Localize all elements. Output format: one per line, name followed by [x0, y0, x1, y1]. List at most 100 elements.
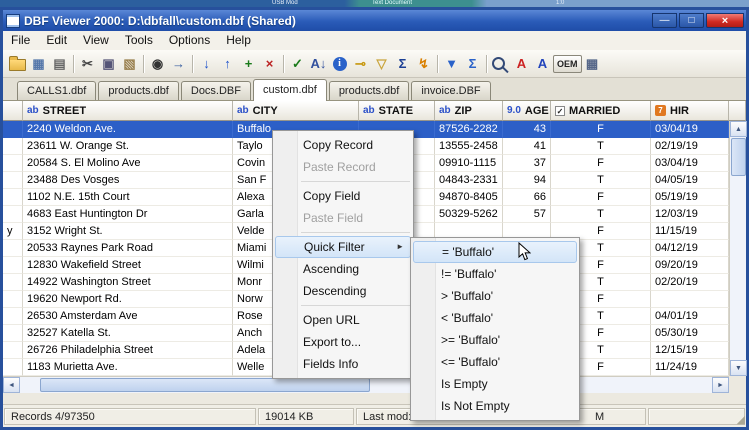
cell-street: 23611 W. Orange St. [23, 138, 233, 155]
column-header-zip[interactable]: ab ZIP [435, 101, 503, 121]
menu-item-buffalo[interactable]: >= 'Buffalo' [411, 329, 579, 351]
close-button[interactable]: × [706, 13, 744, 28]
column-filter-icon[interactable]: ▼ [441, 53, 462, 74]
menu-item-is-empty[interactable]: Is Empty [411, 373, 579, 395]
append-record-icon[interactable]: + [238, 53, 259, 74]
print-icon[interactable]: ▤ [49, 53, 70, 74]
key-icon[interactable]: ⊸ [350, 53, 371, 74]
column-header-marker[interactable] [3, 101, 23, 121]
find-icon[interactable]: ◉ [147, 53, 168, 74]
cell-marker [3, 257, 23, 274]
maximize-button[interactable]: □ [679, 13, 704, 28]
column-label: MARRIED [569, 104, 621, 117]
menu-item-open-url[interactable]: Open URL [273, 309, 413, 331]
cell-married: T [551, 172, 651, 189]
tab-custom-dbf[interactable]: custom.dbf [253, 79, 327, 101]
query-icon[interactable]: ↯ [413, 53, 434, 74]
zoom-icon[interactable] [490, 53, 511, 74]
menubar-item-view[interactable]: View [75, 31, 117, 50]
spell-check-icon[interactable]: ✓ [287, 53, 308, 74]
sum-icon[interactable]: Σ [392, 53, 413, 74]
screenshot-root: USB Mod Text Document 1:0 DBF Viewer 200… [0, 0, 749, 430]
scroll-right-icon[interactable]: ► [712, 377, 729, 393]
menu-item-is-not-empty[interactable]: Is Not Empty [411, 395, 579, 417]
scroll-up-icon[interactable]: ▲ [730, 121, 747, 137]
column-header-age[interactable]: 9.0 AGE [503, 101, 551, 121]
menu-item-fields-info[interactable]: Fields Info [273, 353, 413, 375]
column-header-street[interactable]: ab STREET [23, 101, 233, 121]
cell-hired: 05/19/19 [651, 189, 729, 206]
font-icon[interactable]: A [532, 53, 553, 74]
edit-structure-icon[interactable]: ▦ [28, 53, 49, 74]
titlebar[interactable]: DBF Viewer 2000: D:\dbfall\custom.dbf (S… [3, 10, 746, 31]
column-header-city[interactable]: ab CITY [233, 101, 359, 121]
filter-icon[interactable]: ▽ [371, 53, 392, 74]
submenu-arrow-icon: ► [396, 242, 404, 251]
minimize-button[interactable]: — [652, 13, 677, 28]
app-window: DBF Viewer 2000: D:\dbfall\custom.dbf (S… [0, 7, 749, 430]
menu-item-copy-field[interactable]: Copy Field [273, 185, 413, 207]
cut-icon[interactable]: ✂ [77, 53, 98, 74]
menubar-item-help[interactable]: Help [218, 31, 259, 50]
subtotal-icon[interactable]: Σ [462, 53, 483, 74]
menu-item-label: != 'Buffalo' [441, 267, 497, 281]
import-record-icon[interactable]: ↓ [196, 53, 217, 74]
menubar-item-file[interactable]: File [3, 31, 38, 50]
sort-icon[interactable]: A↓ [308, 53, 329, 74]
font-color-icon[interactable]: A [511, 53, 532, 74]
column-header-hired[interactable]: 7 HIR [651, 101, 729, 121]
goto-record-icon[interactable]: → [168, 53, 189, 74]
cell-street: 32527 Katella St. [23, 325, 233, 342]
delete-record-icon[interactable]: × [259, 53, 280, 74]
resize-grip-icon[interactable]: ◢ [737, 415, 745, 426]
open-file-icon[interactable] [7, 53, 28, 74]
menu-item-buffalo[interactable]: <= 'Buffalo' [411, 351, 579, 373]
menu-item-label: > 'Buffalo' [441, 289, 494, 303]
info-icon[interactable]: i [329, 53, 350, 74]
vertical-scrollbar[interactable]: ▲ ▼ [729, 121, 747, 376]
menu-item-buffalo[interactable]: = 'Buffalo' [413, 241, 577, 263]
menu-item-copy-record[interactable]: Copy Record [273, 134, 413, 156]
export-record-icon[interactable]: ↑ [217, 53, 238, 74]
codepage-grid-icon[interactable]: ▦ [582, 53, 603, 74]
menubar-item-edit[interactable]: Edit [38, 31, 75, 50]
menu-item-label: Ascending [303, 262, 360, 276]
cell-age: 94 [503, 172, 551, 189]
tab-invoice-dbf[interactable]: invoice.DBF [411, 81, 491, 100]
scroll-down-icon[interactable]: ▼ [730, 360, 747, 376]
cell-marker [3, 359, 23, 376]
column-header-state[interactable]: ab STATE [359, 101, 435, 121]
menu-item-descending[interactable]: Descending [273, 280, 413, 302]
horizontal-scroll-thumb[interactable] [40, 378, 370, 392]
cell-age: 66 [503, 189, 551, 206]
cell-married: T [551, 206, 651, 223]
menu-item-buffalo[interactable]: != 'Buffalo' [411, 263, 579, 285]
status-records: Records 4/97350 [4, 407, 256, 425]
column-label: STATE [378, 104, 414, 117]
tab-docs-dbf[interactable]: Docs.DBF [180, 81, 251, 100]
cell-zip: 04843-2331 [435, 172, 503, 189]
folder-glyph [9, 56, 26, 71]
vertical-scroll-thumb[interactable] [731, 138, 746, 176]
tab-products-dbf[interactable]: products.dbf [98, 81, 179, 100]
cell-hired: 12/15/19 [651, 342, 729, 359]
menu-item-ascending[interactable]: Ascending [273, 258, 413, 280]
paste-icon[interactable]: ▧ [119, 53, 140, 74]
column-header-married[interactable]: ✓ MARRIED [551, 101, 651, 121]
tab-products-dbf[interactable]: products.dbf [328, 81, 410, 100]
menu-item-buffalo[interactable]: < 'Buffalo' [411, 307, 579, 329]
scroll-left-icon[interactable]: ◄ [3, 377, 20, 393]
cell-marker [3, 274, 23, 291]
menubar-item-tools[interactable]: Tools [117, 31, 161, 50]
menu-item-export-to[interactable]: Export to... [273, 331, 413, 353]
toolbar-separator [486, 54, 487, 73]
status-file-size: 19014 KB [258, 407, 354, 425]
oem-button[interactable]: OEM [553, 54, 582, 73]
menu-item-buffalo[interactable]: > 'Buffalo' [411, 285, 579, 307]
cell-zip: 50329-5262 [435, 206, 503, 223]
copy-icon[interactable]: ▣ [98, 53, 119, 74]
menu-item-quick-filter[interactable]: Quick Filter ► [275, 236, 411, 258]
menubar-item-options[interactable]: Options [161, 31, 218, 50]
tab-calls1-dbf[interactable]: CALLS1.dbf [17, 81, 97, 100]
cell-marker [3, 121, 23, 138]
